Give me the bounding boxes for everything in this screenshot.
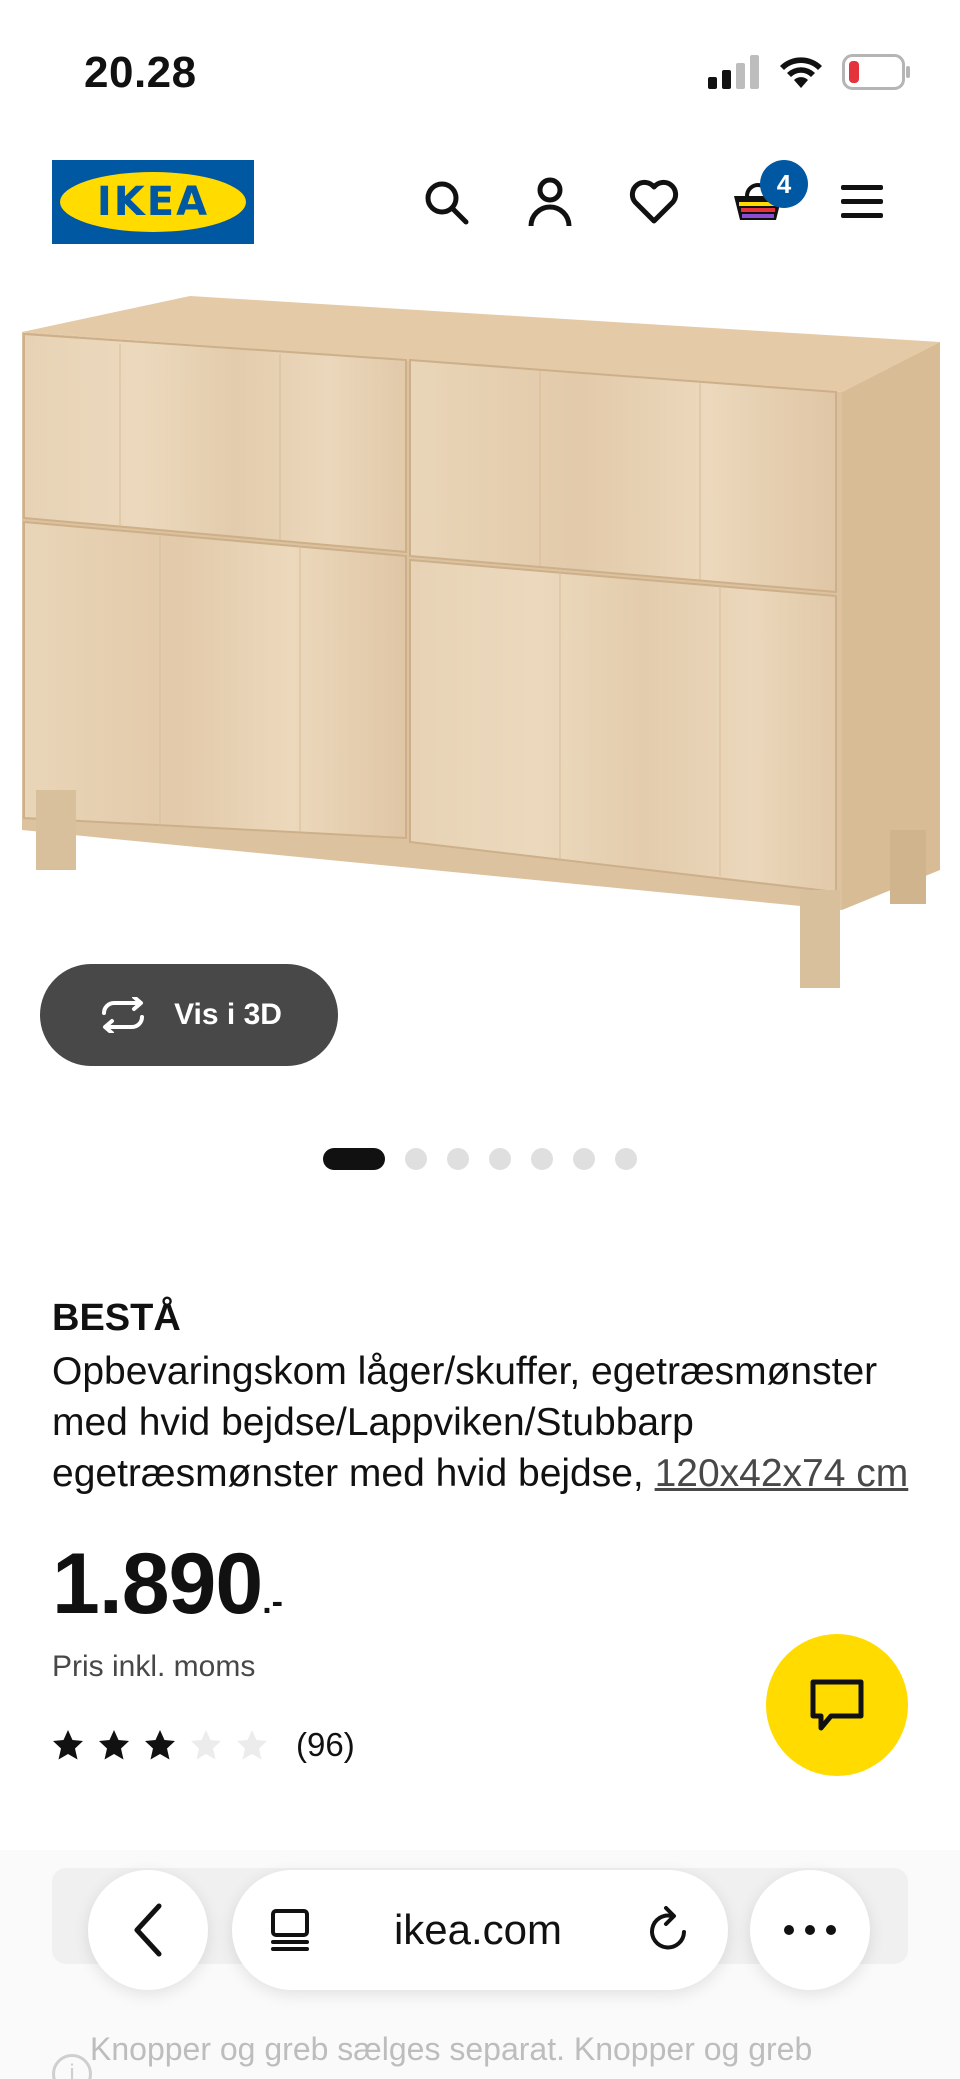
pager-dot[interactable] (489, 1148, 511, 1170)
menu-icon (841, 185, 883, 218)
search-button[interactable] (416, 172, 476, 232)
notice: i Knopper og greb sælges separat. Knoppe… (52, 2030, 932, 2079)
site-header: IKEA 4 (0, 160, 960, 244)
star-empty-icon (237, 1729, 267, 1760)
tabs-icon (271, 1909, 309, 1951)
star-filled-icon (145, 1729, 175, 1760)
view-in-3d-label: Vis i 3D (174, 998, 282, 1031)
pager-dot[interactable] (615, 1148, 637, 1170)
menu-button[interactable] (832, 172, 892, 232)
pager-dot[interactable] (573, 1148, 595, 1170)
rotate-3d-icon (102, 997, 145, 1033)
review-count: (96) (296, 1725, 355, 1763)
chat-icon (810, 1679, 864, 1731)
product-name: BESTÅ (52, 1297, 181, 1339)
status-icons (708, 54, 912, 90)
chat-button[interactable] (766, 1634, 908, 1776)
account-button[interactable] (520, 172, 580, 232)
star-empty-icon (191, 1729, 221, 1760)
more-button[interactable] (750, 1870, 870, 1990)
sideboard-illustration (22, 296, 940, 988)
rating-stars (52, 1729, 268, 1761)
ikea-logo[interactable]: IKEA (52, 160, 254, 244)
view-in-3d-button[interactable]: Vis i 3D (40, 964, 338, 1066)
heart-icon (629, 179, 679, 224)
search-icon (425, 181, 469, 225)
image-pager (0, 1148, 960, 1170)
wifi-icon (780, 57, 822, 88)
notice-text: Knopper og greb sælges separat. Knopper … (90, 2031, 813, 2067)
pager-dot[interactable] (531, 1148, 553, 1170)
pager-dot-active[interactable] (323, 1148, 385, 1170)
status-bar: 20.28 (0, 0, 960, 150)
more-icon (784, 1925, 836, 1935)
product-image[interactable] (0, 270, 960, 990)
cart-count-badge: 4 (760, 160, 808, 208)
back-icon (134, 1903, 162, 1957)
status-time: 20.28 (84, 48, 197, 97)
star-filled-icon (53, 1729, 83, 1760)
logo-text: IKEA (96, 179, 210, 225)
price: 1.890 .- (52, 1535, 922, 1634)
logo-oval: IKEA (60, 172, 246, 232)
price-amount: 1.890 (52, 1535, 263, 1632)
account-icon (528, 177, 572, 227)
signal-icon (708, 55, 759, 89)
url-text: ikea.com (393, 1906, 563, 1953)
pager-dot[interactable] (447, 1148, 469, 1170)
product-measure-link[interactable]: 120x42x74 cm (655, 1452, 909, 1495)
header-actions: 4 (416, 160, 892, 232)
wishlist-button[interactable] (624, 172, 684, 232)
battery-icon (842, 54, 910, 90)
reload-icon[interactable] (646, 1906, 690, 1954)
cart-button[interactable]: 4 (728, 160, 808, 232)
price-suffix: .- (262, 1582, 283, 1621)
product-description: Opbevaringskom låger/skuffer, egetræsmøn… (52, 1346, 922, 1499)
star-filled-icon (99, 1729, 129, 1760)
pager-dot[interactable] (405, 1148, 427, 1170)
address-bar[interactable]: ikea.com (232, 1870, 728, 1990)
back-button[interactable] (88, 1870, 208, 1990)
